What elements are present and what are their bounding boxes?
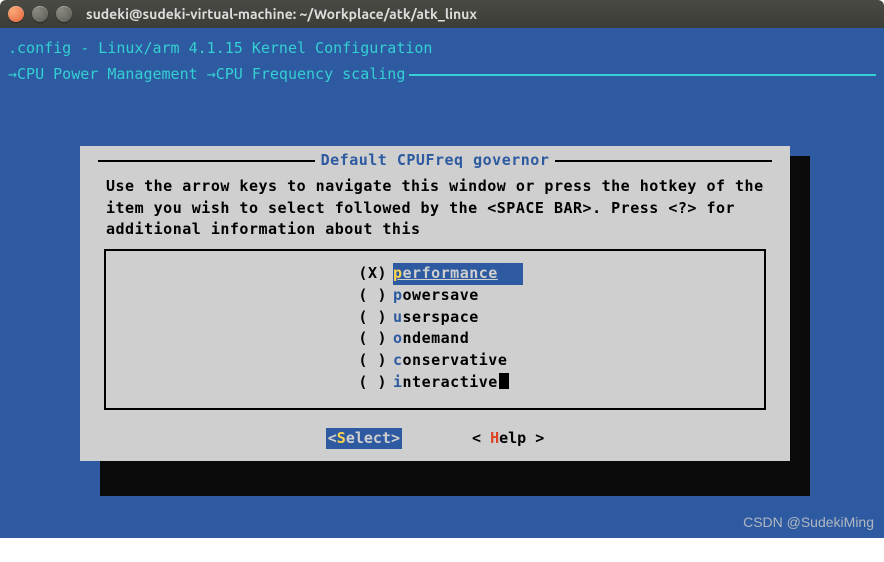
radio-mark: ( ) — [347, 350, 387, 372]
text-cursor — [499, 373, 509, 389]
arrow-icon: → — [8, 64, 17, 86]
option-label: conservative — [393, 350, 523, 372]
governor-option-powersave[interactable]: ( ) powersave — [106, 285, 764, 307]
radio-mark: ( ) — [347, 285, 387, 307]
select-button[interactable]: <Select> — [326, 428, 402, 450]
radio-mark: ( ) — [347, 307, 387, 329]
dialog-help-text: Use the arrow keys to navigate this wind… — [106, 176, 764, 241]
option-label: performance — [393, 263, 523, 285]
option-label: powersave — [393, 285, 523, 307]
maximize-icon[interactable] — [56, 6, 72, 22]
governor-list[interactable]: (X)performance( )powersave( )userspace( … — [104, 249, 766, 410]
governor-option-userspace[interactable]: ( ) userspace — [106, 307, 764, 329]
governor-option-performance[interactable]: (X) performance — [106, 263, 764, 285]
titlebar: sudeki@sudeki-virtual-machine: ~/Workpla… — [0, 0, 884, 28]
radio-mark: ( ) — [347, 372, 387, 394]
dialog-title-row: Default CPUFreq governor — [98, 150, 772, 172]
watermark: CSDN @SudekiMing — [743, 512, 874, 532]
window-title: sudeki@sudeki-virtual-machine: ~/Workpla… — [86, 6, 477, 22]
option-label: interactive — [393, 372, 523, 394]
minimize-icon[interactable] — [32, 6, 48, 22]
breadcrumb-2: CPU Frequency scaling — [216, 65, 406, 83]
option-label: ondemand — [393, 328, 523, 350]
option-label: userspace — [393, 307, 523, 329]
close-icon[interactable] — [8, 6, 24, 22]
governor-option-interactive[interactable]: ( ) interactive — [106, 372, 764, 394]
radio-mark: ( ) — [347, 328, 387, 350]
breadcrumb: →CPU Power Management →CPU Frequency sca… — [0, 64, 884, 90]
radio-mark: (X) — [347, 263, 387, 285]
config-header: .config - Linux/arm 4.1.15 Kernel Config… — [0, 28, 884, 64]
breadcrumb-1: CPU Power Management — [17, 65, 198, 83]
governor-option-conservative[interactable]: ( ) conservative — [106, 350, 764, 372]
divider — [409, 74, 876, 76]
arrow-icon: → — [207, 64, 216, 86]
governor-option-ondemand[interactable]: ( ) ondemand — [106, 328, 764, 350]
config-line: .config - Linux/arm 4.1.15 Kernel Config… — [8, 39, 432, 57]
terminal-area: .config - Linux/arm 4.1.15 Kernel Config… — [0, 28, 884, 538]
help-button[interactable]: < Help > — [472, 428, 544, 450]
dialog-title: Default CPUFreq governor — [315, 150, 556, 172]
menuconfig-dialog: Default CPUFreq governor Use the arrow k… — [80, 146, 790, 461]
dialog-buttons: <Select> < Help > — [98, 428, 772, 450]
